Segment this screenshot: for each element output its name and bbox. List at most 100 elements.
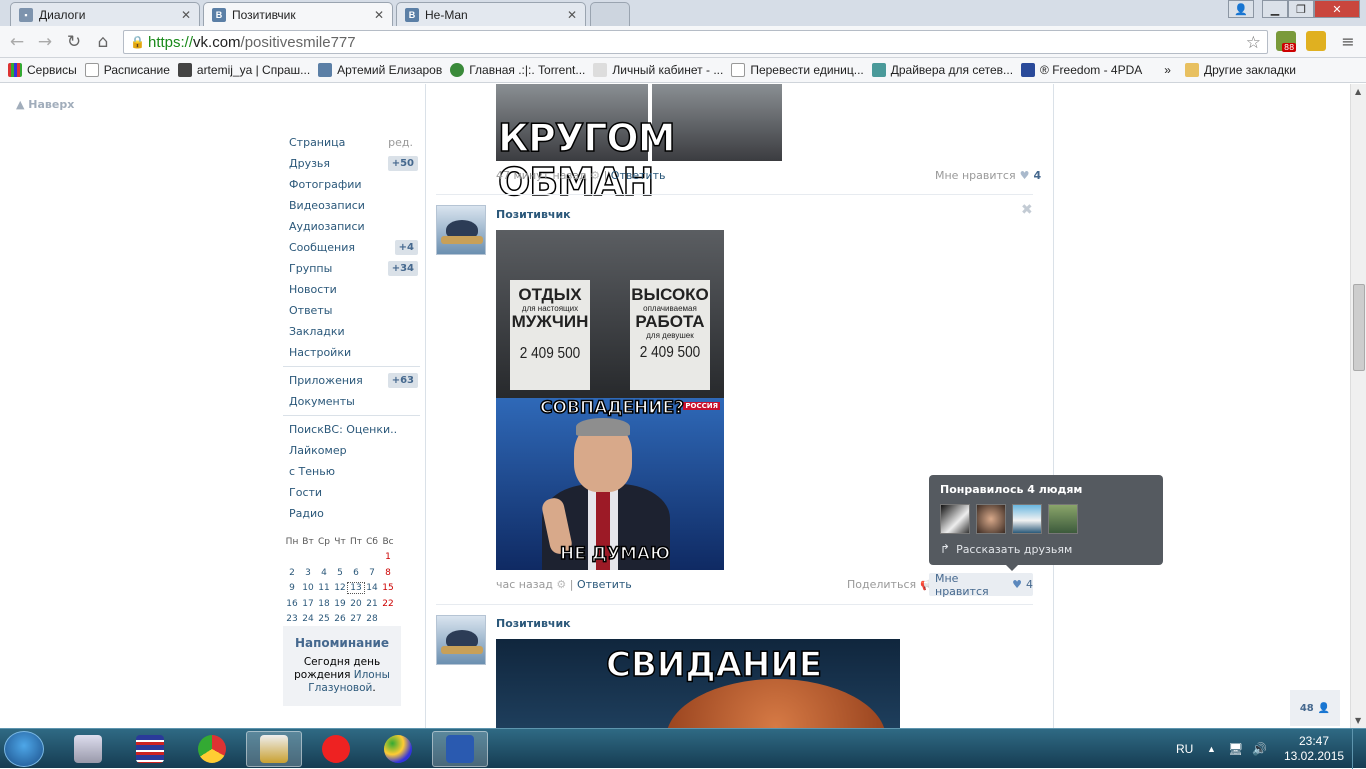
tab-heman[interactable]: B He-Man ✕ [396,2,586,26]
edit-link[interactable]: ред. [388,136,413,149]
reply-link[interactable]: Ответить [611,169,666,182]
post-image[interactable]: СВИДАНИЕ [496,639,900,728]
calendar-day[interactable]: 6 [348,568,364,578]
back-arrow-icon[interactable]: ← [6,32,28,52]
address-bar[interactable]: 🔒 https://vk.com/positivesmile777 ☆ [123,30,1268,54]
calendar-day[interactable]: 14 [364,583,380,593]
start-button[interactable] [4,731,44,767]
taskbar-app-word[interactable] [432,731,488,767]
scroll-thumb[interactable] [1353,284,1365,371]
gear-icon[interactable]: ⚙ [590,169,600,182]
tray-expand-icon[interactable]: ▲ [1207,729,1216,769]
bookmark-star-icon[interactable]: ☆ [1246,33,1261,53]
bookmark-item[interactable]: Артемий Елизаров [318,63,442,77]
calendar-day[interactable]: 28 [364,614,380,624]
nav-item-bookmarks[interactable]: Закладки [283,321,420,342]
avatar[interactable] [940,504,970,534]
close-icon[interactable]: ✕ [181,8,191,22]
online-counter[interactable]: 48 👤 [1290,690,1340,726]
calendar-day[interactable]: 7 [364,568,380,578]
bookmark-services[interactable]: Сервисы [8,63,77,77]
nav-item-groups[interactable]: Группы +34 [283,258,420,279]
app-link[interactable]: Лайкомер [283,440,420,461]
network-icon[interactable]: 🖥 [1228,729,1243,769]
calendar-day[interactable]: 23 [284,614,300,624]
home-icon[interactable]: ⌂ [92,32,114,52]
reply-link[interactable]: Ответить [577,578,632,591]
taskbar-app-chrome[interactable] [184,731,240,767]
like-button[interactable]: Мне нравится ♥ 4 [935,169,1041,182]
nav-item-settings[interactable]: Настройки [283,342,420,363]
bookmarks-overflow-button[interactable]: » [1164,63,1171,77]
tell-friends-link[interactable]: ↱ Рассказать друзьям [940,542,1152,556]
post-image[interactable]: КРУГОМ ОБМАН [496,84,782,205]
app-link[interactable]: ПоискВС: Оценки.. [283,419,420,440]
language-indicator[interactable]: RU [1176,729,1193,769]
app-link[interactable]: Гости [283,482,420,503]
calendar-day[interactable]: 10 [300,583,316,593]
system-clock[interactable]: 23:47 13.02.2015 [1284,734,1344,764]
nav-item-news[interactable]: Новости [283,279,420,300]
maximize-button[interactable]: ❐ [1288,0,1314,18]
calendar-day[interactable]: 11 [316,583,332,593]
calendar-day[interactable]: 27 [348,614,364,624]
app-link[interactable]: с Тенью [283,461,420,482]
user-icon[interactable]: 👤 [1228,0,1254,18]
avatar[interactable] [1012,504,1042,534]
nav-item-documents[interactable]: Документы [283,391,420,412]
bookmark-item[interactable]: Драйвера для сетев... [871,63,1013,77]
nav-item-messages[interactable]: Сообщения +4 [283,237,420,258]
calendar-day[interactable]: 4 [316,568,332,578]
bookmark-item[interactable]: Главная .:|:. Torrent... [450,63,585,77]
calendar-day[interactable]: 24 [300,614,316,624]
calendar-day[interactable]: 3 [300,568,316,578]
calendar-day[interactable]: 15 [380,583,396,593]
bookmark-item[interactable]: artemij_ya | Спраш... [177,63,310,77]
taskbar-app-paint[interactable] [370,731,426,767]
post-image[interactable]: ОТДЫХ для настоящих МУЖЧИН 2 409 500 ВЫС… [496,230,724,570]
scroll-up-arrow-icon[interactable]: ▲ [1355,87,1361,96]
volume-icon[interactable]: 🔊 [1252,729,1267,769]
forward-arrow-icon[interactable]: → [34,32,56,52]
close-icon[interactable]: ✕ [567,8,577,22]
show-desktop-button[interactable] [1352,729,1366,769]
minimize-button[interactable]: ▁ [1262,0,1288,18]
taskbar-app-yandex[interactable] [308,731,364,767]
gear-icon[interactable]: ⚙ [556,578,566,591]
calendar-day[interactable]: 20 [348,599,364,609]
calendar-day[interactable]: 5 [332,568,348,578]
calendar-day[interactable]: 2 [284,568,300,578]
taskbar-app-archive[interactable] [122,731,178,767]
calendar-day[interactable]: 18 [316,599,332,609]
post-time[interactable]: час назад [496,578,553,591]
calendar-day[interactable]: 22 [380,599,396,609]
calendar-day[interactable]: 12 [332,583,348,593]
app-link[interactable]: Радио [283,503,420,524]
calendar-day[interactable]: 21 [364,599,380,609]
avatar[interactable] [1048,504,1078,534]
bookmark-item[interactable]: Расписание [84,63,170,77]
post-author[interactable]: Позитивчик [496,208,571,221]
nav-item-friends[interactable]: Друзья +50 [283,153,420,174]
tab-dialogs[interactable]: ▪ Диалоги ✕ [10,2,200,26]
calendar-day[interactable]: 16 [284,599,300,609]
scrollbar[interactable]: ▲ ▼ [1350,84,1366,728]
close-icon[interactable]: ✕ [374,8,384,22]
nav-item-page[interactable]: Страница ред. [283,132,420,153]
taskbar-app-media[interactable] [246,731,302,767]
new-tab-button[interactable] [590,2,630,26]
calendar-day[interactable]: 13 [347,582,365,595]
bookmark-item[interactable]: ® Freedom - 4PDA [1021,63,1142,77]
close-icon[interactable]: ✖ [1021,202,1033,218]
nav-item-apps[interactable]: Приложения +63 [283,370,420,391]
calendar-day[interactable]: 26 [332,614,348,624]
avatar[interactable] [436,615,486,665]
extension-icon[interactable] [1306,31,1326,51]
share-button[interactable]: Поделиться 📢 [847,578,934,591]
post-time[interactable]: 47 минут назад [496,169,587,182]
other-bookmarks-folder[interactable]: Другие закладки [1184,63,1296,77]
avatar[interactable] [436,205,486,255]
calendar-day[interactable]: 17 [300,599,316,609]
nav-item-videos[interactable]: Видеозаписи [283,195,420,216]
post-author[interactable]: Позитивчик [496,617,571,630]
